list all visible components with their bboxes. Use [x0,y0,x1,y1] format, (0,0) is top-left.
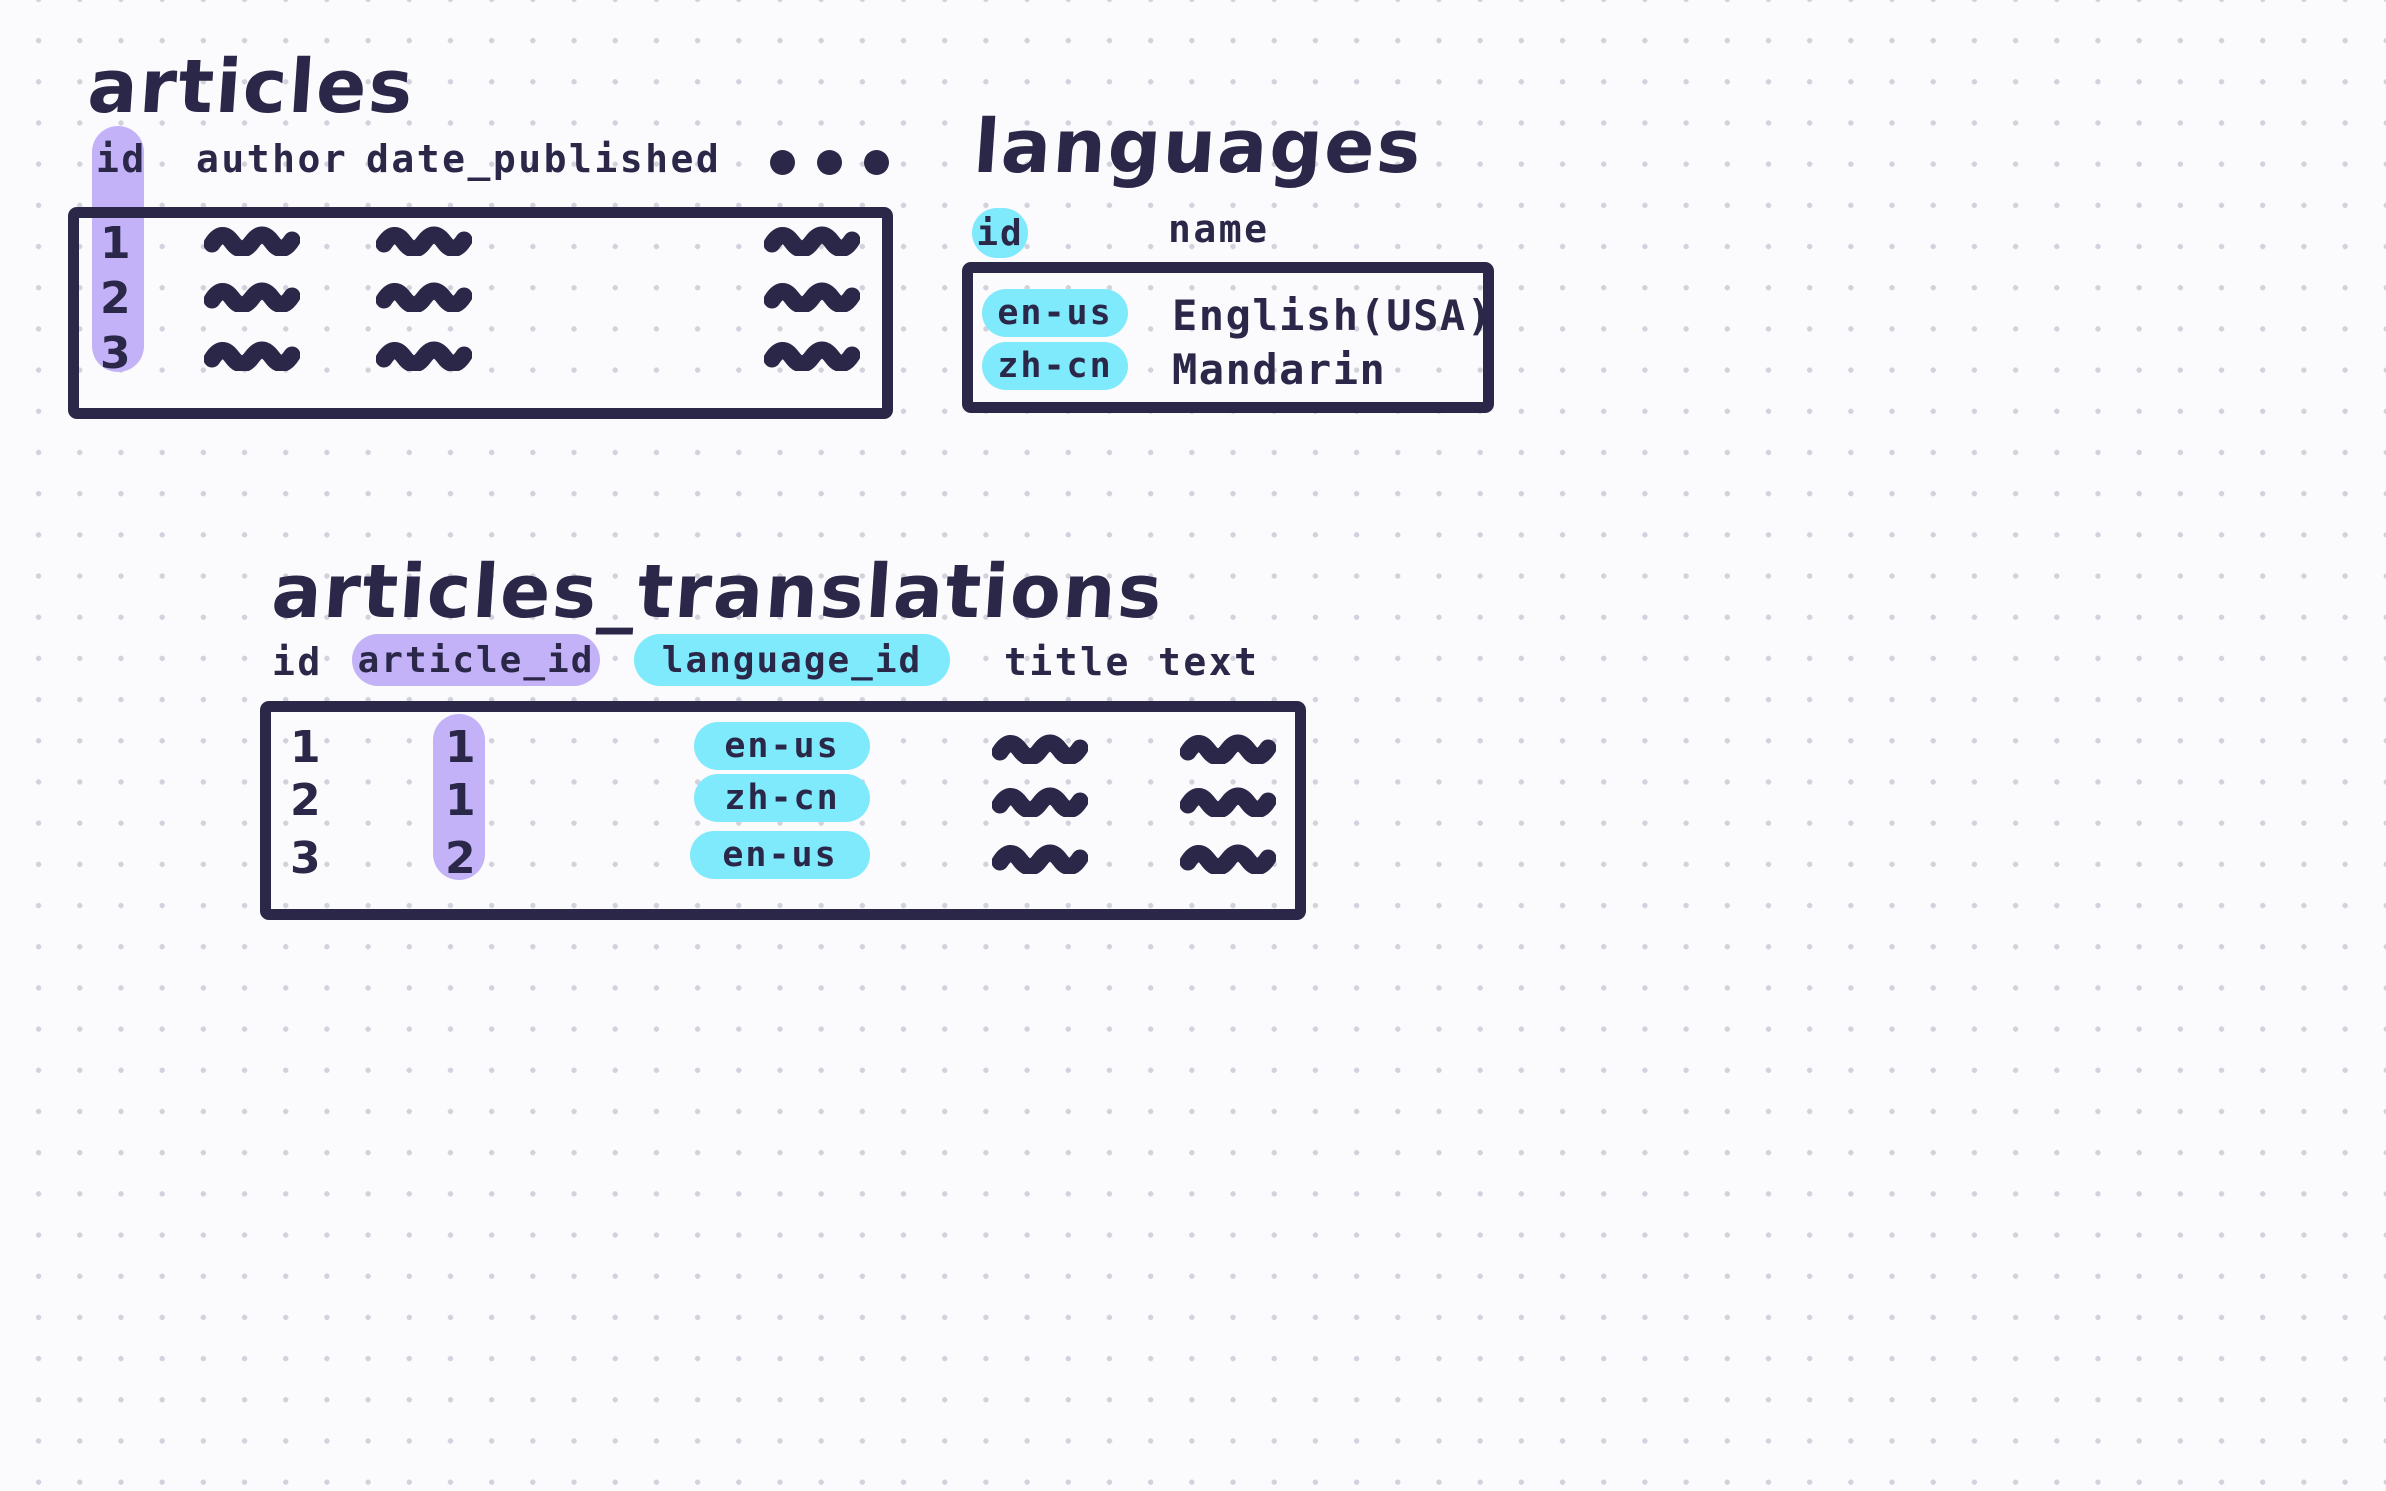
articles-translations-column-header-id: id [272,640,323,684]
articles-column-header-id: id [96,137,147,181]
articles-translations-cell-id-row2: 2 [290,775,322,826]
languages-column-header-id: id [972,208,1028,258]
articles-translations-cell-language-id-row2: zh-cn [694,774,870,822]
articles-more-columns-ellipsis-icon [770,150,889,175]
articles-translations-cell-article-id-row3: 2 [445,833,477,884]
languages-cell-name-row2: Mandarin [1172,345,1387,394]
articles-cell-date-row2-scribble [376,282,472,312]
articles-translations-cell-article-id-row2: 1 [445,775,477,826]
articles-translations-cell-text-row2-scribble [1180,787,1276,817]
languages-cell-name-row1: English(USA) [1172,291,1494,340]
articles-translations-column-header-title: title [1004,640,1131,684]
articles-translations-cell-title-row2-scribble [992,787,1088,817]
languages-cell-id-row1: en-us [982,289,1128,337]
articles-translations-cell-language-id-row3: en-us [690,831,870,879]
articles-translations-column-header-language-id: language_id [634,634,950,686]
schema-sketch-canvas: articles id author date_published 1 2 3 … [0,0,2386,1491]
languages-cell-id-row2: zh-cn [982,342,1128,390]
articles-cell-author-row2-scribble [204,282,300,312]
articles-translations-cell-id-row3: 3 [290,833,322,884]
articles-cell-more-row2-scribble [764,282,860,312]
articles-cell-author-row3-scribble [204,341,300,371]
languages-column-header-name: name [1168,207,1270,251]
articles-column-header-date-published: date_published [366,137,722,181]
articles-cell-id-row2: 2 [100,273,132,324]
articles-translations-column-header-text: text [1158,640,1260,684]
articles-cell-author-row1-scribble [204,226,300,256]
articles-cell-date-row1-scribble [376,226,472,256]
articles-translations-column-header-article-id: article_id [352,634,600,686]
articles-cell-more-row1-scribble [764,226,860,256]
articles-translations-cell-text-row1-scribble [1180,734,1276,764]
articles-translations-cell-text-row3-scribble [1180,844,1276,874]
articles-translations-cell-article-id-row1: 1 [445,722,477,773]
languages-table-title: languages [970,104,1426,190]
articles-translations-cell-id-row1: 1 [290,722,322,773]
articles-cell-id-row1: 1 [100,218,132,269]
articles-translations-table-title: articles_translations [268,549,1167,635]
articles-translations-cell-title-row3-scribble [992,844,1088,874]
articles-cell-id-row3: 3 [100,328,132,379]
articles-cell-more-row3-scribble [764,341,860,371]
articles-translations-cell-language-id-row1: en-us [694,722,870,770]
articles-column-header-author: author [196,137,349,181]
articles-table-title: articles [84,44,418,130]
articles-cell-date-row3-scribble [376,341,472,371]
articles-translations-cell-title-row1-scribble [992,734,1088,764]
